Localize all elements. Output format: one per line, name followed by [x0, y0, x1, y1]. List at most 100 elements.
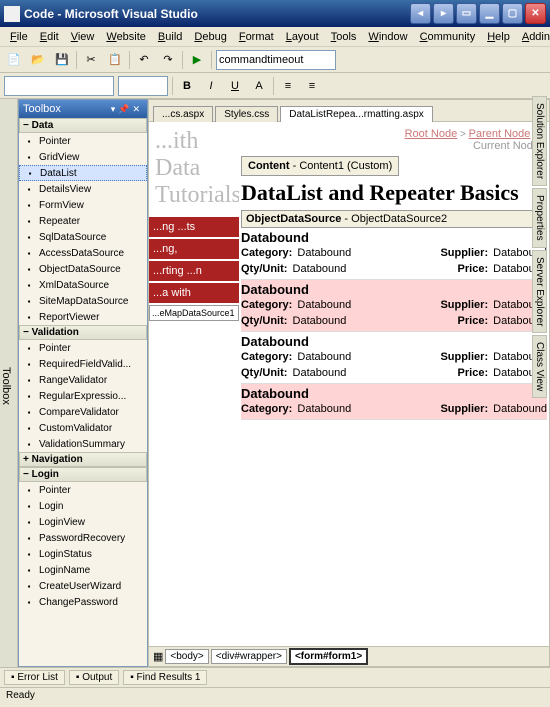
control-icon: ▪	[22, 311, 36, 323]
side-tab[interactable]: Server Explorer	[532, 250, 547, 333]
datalist-row[interactable]: DataboundCategory: DataboundSupplier: Da…	[241, 332, 547, 384]
tag-path-item[interactable]: <div#wrapper>	[211, 649, 287, 664]
redo-icon[interactable]: ↷	[158, 50, 178, 70]
toolbox-item[interactable]: ▪CreateUserWizard	[19, 578, 147, 594]
toolbox-item[interactable]: ▪SiteMapDataSource	[19, 293, 147, 309]
toolbox-item[interactable]: ▪XmlDataSource	[19, 277, 147, 293]
toolbox-item[interactable]: ▪GridView	[19, 149, 147, 165]
toolbox-item[interactable]: ▪DetailsView	[19, 181, 147, 197]
toolbox-item[interactable]: ▪CompareValidator	[19, 404, 147, 420]
menu-file[interactable]: File	[4, 29, 34, 45]
toolbox-item[interactable]: ▪RangeValidator	[19, 372, 147, 388]
toolbox-item[interactable]: ▪FormView	[19, 197, 147, 213]
menu-edit[interactable]: Edit	[34, 29, 65, 45]
toolbox-item[interactable]: ▪LoginName	[19, 562, 147, 578]
underline-icon[interactable]: U	[225, 76, 245, 96]
app-icon	[4, 6, 20, 22]
italic-icon[interactable]: I	[201, 76, 221, 96]
side-tab[interactable]: Class View	[532, 335, 547, 398]
sitemap-ctrl[interactable]: ...eMapDataSource1	[149, 305, 239, 321]
color-icon[interactable]: A	[249, 76, 269, 96]
main-toolbar: 📄 📂 💾 ✂ 📋 ↶ ↷ ▶ commandtimeout	[0, 47, 550, 73]
bold-icon[interactable]: B	[177, 76, 197, 96]
menu-view[interactable]: View	[65, 29, 101, 45]
open-icon[interactable]: 📂	[28, 50, 48, 70]
toolbox-item[interactable]: ▪Repeater	[19, 213, 147, 229]
run-icon[interactable]: ▶	[187, 50, 207, 70]
maximize-button[interactable]: ▢	[502, 3, 523, 24]
close-button[interactable]: ✕	[525, 3, 546, 24]
document-tab[interactable]: Styles.css	[215, 106, 278, 122]
control-icon: ▪	[22, 263, 36, 275]
toolbox-category-navigation[interactable]: + Navigation	[19, 452, 147, 467]
font-combo[interactable]	[4, 76, 114, 96]
align-left-icon[interactable]: ≡	[278, 76, 298, 96]
toolbox-item[interactable]: ▪DataList	[19, 165, 147, 181]
bottom-tab[interactable]: ▪ Find Results 1	[123, 670, 207, 685]
align-center-icon[interactable]: ≡	[302, 76, 322, 96]
toolbox-item[interactable]: ▪Pointer	[19, 482, 147, 498]
toolbox-item[interactable]: ▪Login	[19, 498, 147, 514]
toolbox-category-validation[interactable]: − Validation	[19, 325, 147, 340]
breadcrumb-root[interactable]: Root Node	[405, 128, 458, 140]
bottom-tab[interactable]: ▪ Output	[69, 670, 119, 685]
new-icon[interactable]: 📄	[4, 50, 24, 70]
menu-help[interactable]: Help	[481, 29, 516, 45]
win-btn-1[interactable]: ◂	[410, 3, 431, 24]
quicklaunch-combo[interactable]: commandtimeout	[216, 50, 336, 70]
toolbox-item[interactable]: ▪ReportViewer	[19, 309, 147, 325]
toolbox-category-data[interactable]: − Data	[19, 118, 147, 133]
design-view-icon[interactable]: ▦	[153, 650, 163, 663]
menu-debug[interactable]: Debug	[188, 29, 232, 45]
copy-icon[interactable]: 📋	[105, 50, 125, 70]
size-combo[interactable]	[118, 76, 168, 96]
menu-build[interactable]: Build	[152, 29, 188, 45]
toolbox-item[interactable]: ▪Pointer	[19, 340, 147, 356]
menu-format[interactable]: Format	[233, 29, 280, 45]
menu-addins[interactable]: Addins	[516, 29, 550, 45]
menu-community[interactable]: Community	[414, 29, 482, 45]
tag-path-item[interactable]: <form#form1>	[289, 648, 368, 665]
datalist-row[interactable]: DataboundCategory: DataboundSupplier: Da…	[241, 228, 547, 280]
save-icon[interactable]: 💾	[52, 50, 72, 70]
tag-path-item[interactable]: <body>	[165, 649, 208, 664]
side-tab[interactable]: Properties	[532, 188, 547, 248]
menu-window[interactable]: Window	[362, 29, 413, 45]
toolbox-item[interactable]: ▪AccessDataSource	[19, 245, 147, 261]
document-tab[interactable]: DataListRepea...rmatting.aspx	[280, 106, 433, 122]
menu-layout[interactable]: Layout	[280, 29, 325, 45]
side-tab[interactable]: Solution Explorer	[532, 96, 547, 186]
datalist-row[interactable]: DataboundCategory: DataboundSupplier: Da…	[241, 280, 547, 332]
toolbox-item[interactable]: ▪PasswordRecovery	[19, 530, 147, 546]
toolbox-item[interactable]: ▪RegularExpressio...	[19, 388, 147, 404]
pin-icon[interactable]: 📌	[118, 104, 129, 115]
menu-tools[interactable]: Tools	[325, 29, 363, 45]
toolbox-item[interactable]: ▪CustomValidator	[19, 420, 147, 436]
toolbox-autohide-tab[interactable]: Toolbox	[0, 99, 18, 667]
bottom-tab[interactable]: ▪ Error List	[4, 670, 65, 685]
toolbox-category-login[interactable]: − Login	[19, 467, 147, 482]
objectdatasource-tag[interactable]: ObjectDataSource - ObjectDataSource2	[241, 210, 547, 228]
cut-icon[interactable]: ✂	[81, 50, 101, 70]
menu-website[interactable]: Website	[100, 29, 152, 45]
design-canvas[interactable]: ...ith Data Tutorials ...ng ...ts ...ng,…	[149, 122, 549, 646]
toolbox-item[interactable]: ▪RequiredFieldValid...	[19, 356, 147, 372]
toolbox-item[interactable]: ▪ObjectDataSource	[19, 261, 147, 277]
document-tab[interactable]: ...cs.aspx	[153, 106, 213, 122]
win-btn-2[interactable]: ▸	[433, 3, 454, 24]
breadcrumb-parent[interactable]: Parent Node	[469, 128, 531, 140]
toolbox-item[interactable]: ▪SqlDataSource	[19, 229, 147, 245]
toolbox-item[interactable]: ▪ValidationSummary	[19, 436, 147, 452]
undo-icon[interactable]: ↶	[134, 50, 154, 70]
dropdown-icon[interactable]: ▾	[111, 104, 116, 115]
minimize-button[interactable]: ▁	[479, 3, 500, 24]
toolbox-item[interactable]: ▪LoginStatus	[19, 546, 147, 562]
content-tag[interactable]: Content - Content1 (Custom)	[241, 156, 399, 176]
win-btn-3[interactable]: ▭	[456, 3, 477, 24]
toolbox-item[interactable]: ▪LoginView	[19, 514, 147, 530]
toolbox-item[interactable]: ▪Pointer	[19, 133, 147, 149]
toolbox-item[interactable]: ▪ChangePassword	[19, 594, 147, 610]
control-icon: ▪	[22, 516, 36, 528]
close-icon[interactable]: ✕	[132, 104, 140, 115]
datalist-row[interactable]: DataboundCategory: DataboundSupplier: Da…	[241, 384, 547, 420]
